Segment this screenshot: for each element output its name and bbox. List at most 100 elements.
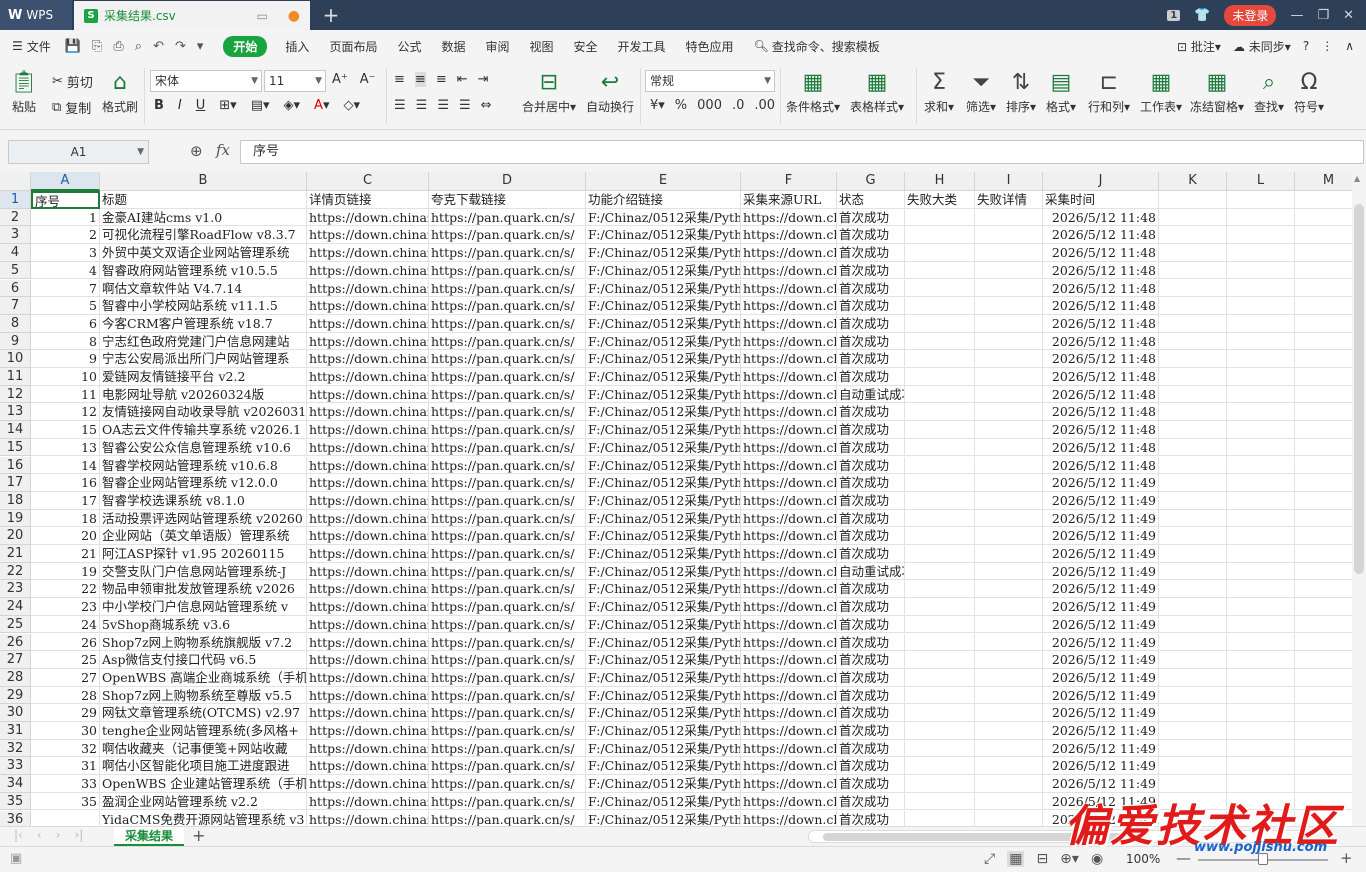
cell[interactable]: https://pan.quark.cn/s/ [429,421,586,439]
zoom-slider-thumb[interactable] [1258,853,1268,865]
row-header[interactable]: 14 [0,421,31,439]
cell[interactable]: 2026/5/12 11:48 [1043,368,1159,386]
cell[interactable] [905,261,975,280]
cell[interactable]: F:/Chinaz/0512采集/Python [586,562,741,581]
cell[interactable] [1227,421,1295,439]
column-header-h[interactable]: H [905,172,975,191]
cell[interactable] [1159,757,1227,776]
header-cell[interactable]: 失败详情 [975,191,1043,209]
cell[interactable]: 友情链接网自动收录导航 v2026031 [100,403,307,422]
menu-insert[interactable]: 插入 [285,38,309,55]
cell[interactable]: F:/Chinaz/0512采集/Python [586,668,741,687]
cell[interactable]: https://down.chinaz [741,208,837,227]
cell[interactable] [1295,421,1352,439]
cell[interactable] [1159,668,1227,687]
cell[interactable]: https://pan.quark.cn/s/ [429,491,586,510]
cell[interactable] [905,598,975,616]
number-format-select[interactable]: 常规 ▼ [645,70,775,92]
cell[interactable]: https://pan.quark.cn/s/ [429,686,586,705]
cell[interactable] [1159,509,1227,528]
justify-icon[interactable]: ☰ [459,98,471,113]
cell[interactable]: https://pan.quark.cn/s/ [429,368,586,386]
cell[interactable] [1295,297,1352,315]
currency-icon[interactable]: ¥▾ [650,98,665,113]
cell[interactable]: https://down.chinaz [307,545,429,563]
cell[interactable]: 2026/5/12 11:49 [1043,668,1159,687]
font-size-select[interactable]: 11 ▼ [264,70,326,92]
row-header[interactable]: 30 [0,704,31,722]
font-color-icon[interactable]: A▾ [314,98,329,113]
cell[interactable] [975,368,1043,386]
cell[interactable]: 2026/5/12 11:49 [1043,651,1159,669]
cell[interactable] [1159,792,1227,811]
cell[interactable]: https://down.chinaz [307,385,429,404]
cell[interactable]: 网钛文章管理系统(OTCMS) v2.97 [100,704,307,722]
cell[interactable] [975,792,1043,811]
column-header-m[interactable]: M [1295,172,1352,191]
cell[interactable]: https://pan.quark.cn/s/ [429,598,586,616]
cell[interactable] [1159,297,1227,315]
column-header-j[interactable]: J [1043,172,1159,191]
cell[interactable]: 16 [31,474,100,492]
cell[interactable]: https://down.chinaz [741,545,837,563]
cell[interactable] [975,562,1043,581]
cell[interactable]: 中小学校门户信息网站管理系统 v [100,598,307,616]
cell[interactable]: F:/Chinaz/0512采集/Python [586,615,741,634]
cell[interactable] [905,633,975,652]
row-header[interactable]: 18 [0,491,31,510]
cell[interactable]: https://down.chinaz [741,244,837,262]
cell[interactable] [1159,332,1227,351]
cell[interactable] [905,314,975,333]
cell[interactable]: 智睿学校选课系统 v8.1.0 [100,491,307,510]
cell[interactable] [905,686,975,705]
increase-font-icon[interactable]: A⁺ [332,72,348,87]
cell[interactable] [1159,686,1227,705]
cell[interactable]: https://down.chinaz [307,474,429,492]
document-tab[interactable]: S 采集结果.csv ▭ ● [74,1,310,30]
row-header[interactable]: 10 [0,350,31,368]
cell[interactable]: https://down.chinaz [307,668,429,687]
cell[interactable]: 企业网站（英文单语版）管理系统 [100,527,307,545]
cell[interactable] [975,810,1043,826]
menu-review[interactable]: 审阅 [485,38,509,55]
cell[interactable]: 32 [31,739,100,758]
cell[interactable]: 20 [31,527,100,545]
cell[interactable]: https://pan.quark.cn/s/ [429,208,586,227]
cell[interactable]: 自动重试成功 [837,562,905,581]
cell[interactable]: https://down.chinaz [741,385,837,404]
paste-button[interactable]: 📋︎ 粘贴 [10,68,38,115]
indent-increase-icon[interactable]: ⇥ [478,72,489,87]
cell[interactable]: F:/Chinaz/0512采集/Python [586,403,741,422]
restore-icon[interactable]: ❐ [1317,8,1329,23]
cell[interactable] [1159,598,1227,616]
cell[interactable] [905,456,975,475]
cell[interactable]: 阿江ASP探针 v1.95 20260115 [100,545,307,563]
cell[interactable]: https://down.chinaz [307,704,429,722]
cell[interactable] [1295,386,1352,404]
export-icon[interactable]: ⎘ [92,39,102,54]
cell[interactable]: https://pan.quark.cn/s/ [429,332,586,351]
cell[interactable] [1227,314,1295,333]
row-header[interactable]: 8 [0,314,31,333]
cell[interactable] [905,545,975,563]
cell[interactable]: 首次成功 [837,368,905,386]
cell[interactable] [1295,598,1352,616]
cell[interactable]: 2026/5/12 11:49 [1043,633,1159,652]
cell[interactable]: F:/Chinaz/0512采集/Python [586,350,741,368]
cell[interactable]: 6 [31,314,100,333]
cell[interactable] [1227,385,1295,404]
cell[interactable]: 首次成功 [837,775,905,793]
header-cell[interactable]: 夸克下载链接 [429,191,586,209]
cell[interactable]: https://down.chinaz [741,226,837,245]
cell[interactable] [1227,509,1295,528]
column-header-i[interactable]: I [975,172,1043,191]
cell[interactable]: 盈润企业网站管理系统 v2.2 [100,792,307,811]
cell[interactable]: 2026/5/12 11:48 [1043,421,1159,439]
cell[interactable]: F:/Chinaz/0512采集/Python [586,474,741,492]
close-icon[interactable]: ✕ [1343,8,1354,23]
customize-icon[interactable]: ▾ [197,39,204,54]
cell[interactable] [1159,704,1227,722]
cell[interactable]: F:/Chinaz/0512采集/Python [586,792,741,811]
cell[interactable]: 2026/5/12 11:48 [1043,208,1159,227]
cell[interactable] [905,615,975,634]
